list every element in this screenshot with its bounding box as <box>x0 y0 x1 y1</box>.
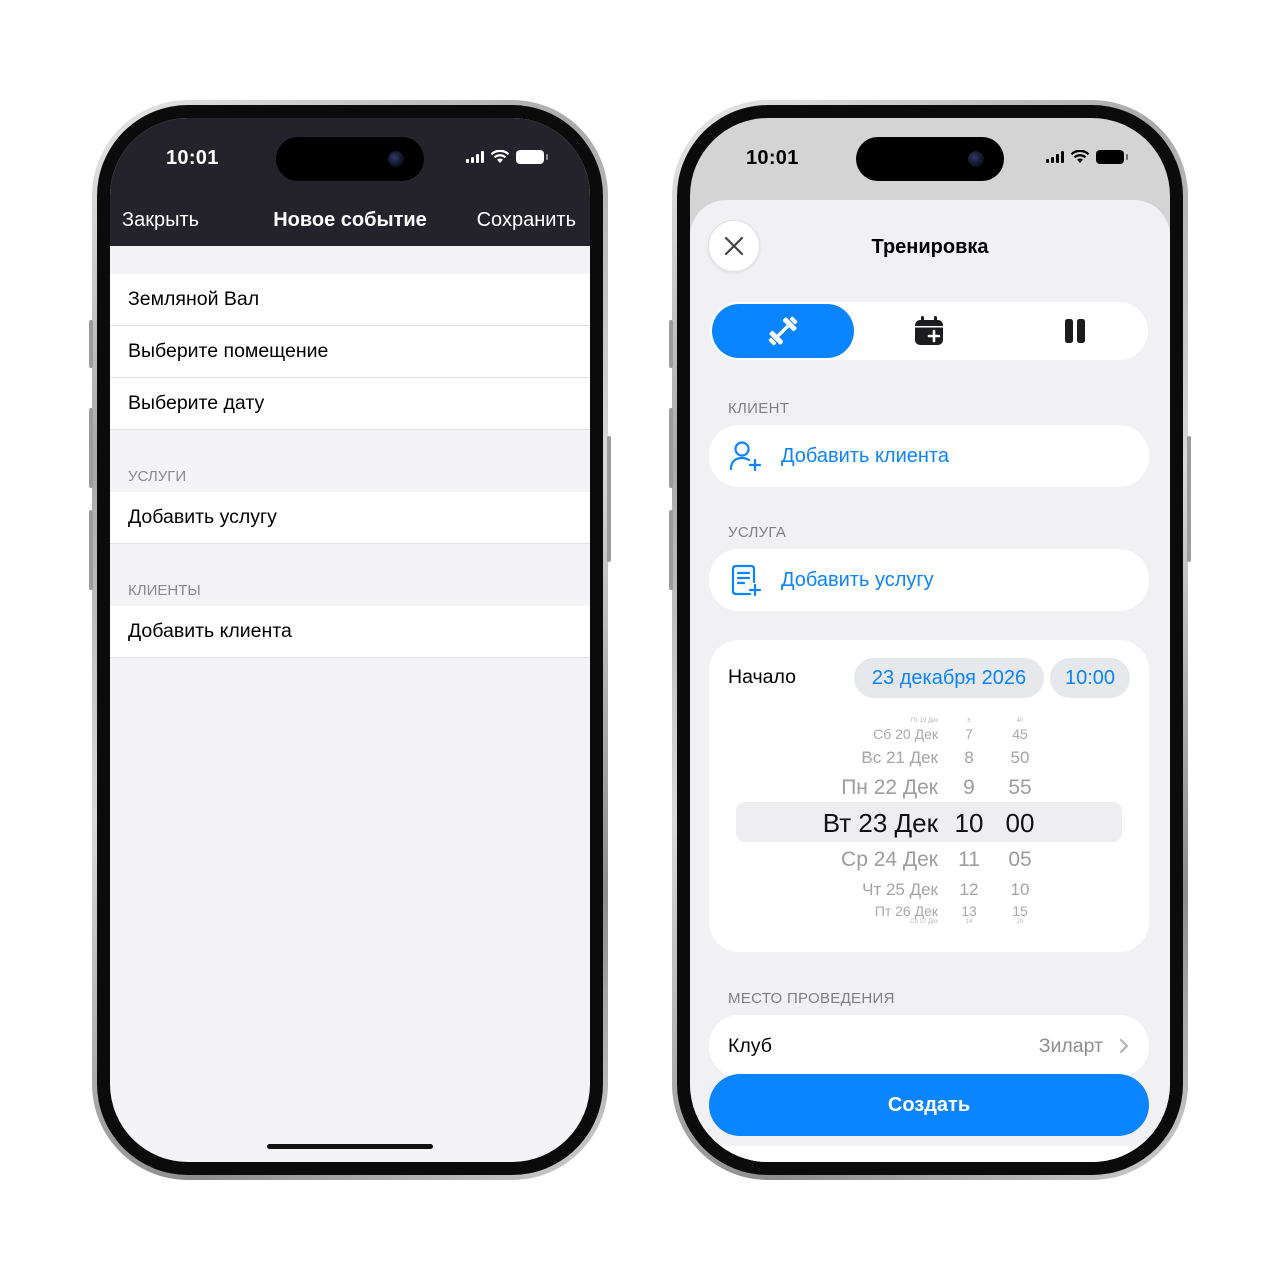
club-value: Зиларт <box>1038 1035 1103 1057</box>
save-button[interactable]: Сохранить <box>477 209 576 232</box>
add-client-label: Добавить клиента <box>781 444 949 467</box>
clients-header: КЛИЕНТЫ <box>128 582 201 599</box>
volume-up-button <box>89 408 93 488</box>
minutes-selected[interactable]: 00 <box>1006 808 1035 839</box>
minutes-option[interactable]: 50 <box>1011 748 1030 768</box>
dates-option[interactable]: Ср 24 Дек <box>841 847 938 872</box>
status-time: 10:01 <box>746 147 799 169</box>
dates-option[interactable]: Пт 26 Дек <box>875 903 938 920</box>
hours-option[interactable]: 14 <box>966 919 973 926</box>
battery-icon <box>516 150 548 164</box>
add-service-button[interactable]: Добавить услугу <box>110 492 590 544</box>
add-service-button[interactable]: Добавить услугу <box>709 549 1149 611</box>
add-service-label: Добавить услугу <box>781 568 934 591</box>
dates-option[interactable]: Пт 19 Дек <box>911 718 938 725</box>
dates-option[interactable]: Чт 25 Дек <box>862 880 938 900</box>
dumbbell-icon <box>768 316 798 346</box>
minutes-option[interactable]: 40 <box>1017 718 1024 725</box>
right-phone: 10:01 Тренировка КЛИЕНТ Добавить клиента… <box>669 100 1191 1180</box>
list-item-room[interactable]: Выберите помещение <box>110 326 590 378</box>
segment-break[interactable] <box>1004 304 1146 358</box>
right-screen: 10:01 Тренировка КЛИЕНТ Добавить клиента… <box>690 118 1170 1162</box>
add-client-button[interactable]: Добавить клиента <box>110 606 590 658</box>
calendar-plus-icon <box>915 316 943 345</box>
wifi-icon <box>490 150 510 163</box>
volume-down-button <box>89 510 93 590</box>
action-button <box>89 320 93 368</box>
power-button <box>1187 436 1191 562</box>
start-date-button[interactable]: 23 декабря 2026 <box>854 658 1044 698</box>
segment-booking[interactable] <box>858 304 1000 358</box>
picker-date-column[interactable]: Пт 19 Дек Сб 20 Дек Вс 21 Дек Пн 22 Дек Вт 2… <box>709 714 938 934</box>
home-indicator <box>267 1144 433 1149</box>
datetime-wheel-picker[interactable]: Пт 19 Дек Сб 20 Дек Вс 21 Дек Пн 22 Дек Вт 2… <box>709 714 1149 934</box>
minutes-option[interactable]: 10 <box>1011 880 1030 900</box>
dates-option[interactable]: Сб 20 Дек <box>873 726 938 743</box>
volume-down-button <box>669 510 673 590</box>
dynamic-island <box>856 137 1004 181</box>
nav-bar: Закрыть Новое событие Сохранить <box>110 196 590 246</box>
dynamic-island <box>276 137 424 181</box>
club-row[interactable]: Клуб Зиларт <box>709 1015 1149 1077</box>
status-time: 10:01 <box>166 147 219 169</box>
add-client-button[interactable]: Добавить клиента <box>709 425 1149 487</box>
dates-option[interactable]: Сб 27 Дек <box>910 919 938 926</box>
picker-hour-column[interactable]: 6 7 8 9 10 11 12 13 14 <box>947 714 991 934</box>
hours-option[interactable]: 13 <box>961 903 977 920</box>
dates-option[interactable]: Пн 22 Дек <box>841 775 938 800</box>
minutes-option[interactable]: 45 <box>1012 726 1028 743</box>
left-screen: 10:01 Закрыть Новое событие Сохранить Зе… <box>110 118 590 1162</box>
hours-selected[interactable]: 10 <box>955 808 984 839</box>
hours-option[interactable]: 12 <box>960 880 979 900</box>
wifi-icon <box>1070 150 1090 163</box>
picker-minute-column[interactable]: 40 45 50 55 00 05 10 15 20 <box>995 714 1045 934</box>
hours-option[interactable]: 7 <box>965 726 973 743</box>
create-button[interactable]: Создать <box>709 1074 1149 1136</box>
minutes-option[interactable]: 55 <box>1008 775 1031 800</box>
sheet-title: Тренировка <box>871 236 989 258</box>
club-label: Клуб <box>728 1035 772 1057</box>
battery-icon <box>1096 150 1128 164</box>
pause-icon <box>1065 319 1085 343</box>
service-section-label: УСЛУГА <box>728 524 787 541</box>
bottom-action-bar <box>690 1146 1170 1162</box>
dates-selected[interactable]: Вт 23 Дек <box>823 808 938 839</box>
event-type-segmented-control <box>710 302 1148 360</box>
cellular-signal-icon <box>466 151 484 163</box>
hours-option[interactable]: 8 <box>964 748 973 768</box>
start-datetime-card: Начало 23 декабря 2026 10:00 Пт 19 Дек Сб… <box>709 640 1149 952</box>
start-label: Начало <box>728 666 796 688</box>
minutes-option[interactable]: 05 <box>1008 847 1031 872</box>
client-section-label: КЛИЕНТ <box>728 400 790 417</box>
hours-option[interactable]: 6 <box>967 718 970 725</box>
event-details-list: Земляной Вал Выберите помещение Выберите… <box>110 274 590 658</box>
dates-option[interactable]: Вс 21 Дек <box>861 748 938 768</box>
volume-up-button <box>669 408 673 488</box>
segment-training[interactable] <box>712 304 854 358</box>
list-item-location[interactable]: Земляной Вал <box>110 274 590 326</box>
add-person-icon <box>729 441 762 472</box>
add-document-icon <box>731 564 762 597</box>
start-time-button[interactable]: 10:00 <box>1050 658 1130 698</box>
hours-option[interactable]: 11 <box>958 847 980 872</box>
action-button <box>669 320 673 368</box>
training-sheet: Тренировка КЛИЕНТ Добавить клиента УСЛУГ… <box>690 200 1170 1162</box>
hours-option[interactable]: 9 <box>963 775 975 800</box>
power-button <box>607 436 611 562</box>
minutes-option[interactable]: 20 <box>1017 919 1024 926</box>
list-item-date[interactable]: Выберите дату <box>110 378 590 430</box>
chevron-right-icon <box>1119 1038 1129 1054</box>
venue-section-label: МЕСТО ПРОВЕДЕНИЯ <box>728 990 895 1007</box>
left-phone: 10:01 Закрыть Новое событие Сохранить Зе… <box>89 100 611 1180</box>
services-header: УСЛУГИ <box>128 468 187 485</box>
cellular-signal-icon <box>1046 151 1064 163</box>
minutes-option[interactable]: 15 <box>1012 903 1028 920</box>
